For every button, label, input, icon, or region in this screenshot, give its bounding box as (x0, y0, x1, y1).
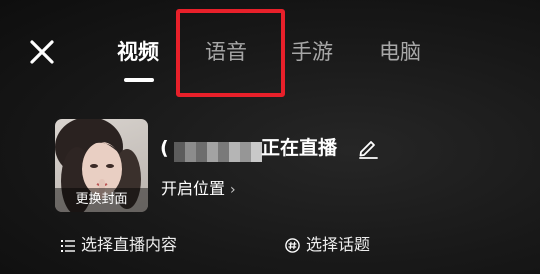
location-label: 开启位置 (161, 179, 226, 198)
active-tab-indicator (124, 78, 154, 82)
live-title-prefix: ( (160, 137, 169, 159)
enable-location-button[interactable]: 开启位置 › (161, 178, 236, 201)
tab-pc[interactable]: 电脑 (379, 38, 421, 66)
cover-image-button[interactable]: 更换封面 (55, 119, 148, 212)
hashtag-icon (285, 238, 300, 253)
select-topic-button[interactable]: 选择话题 (285, 234, 370, 256)
tab-video[interactable]: 视频 (117, 38, 159, 66)
highlight-annotation-box (176, 9, 285, 97)
list-icon (61, 239, 75, 252)
live-title-suffix: 正在直播 (261, 137, 338, 159)
redacted-username-mosaic (174, 142, 262, 162)
select-live-content-button[interactable]: 选择直播内容 (61, 234, 177, 256)
change-cover-label: 更换封面 (55, 188, 148, 212)
select-topic-label: 选择话题 (306, 235, 371, 254)
select-live-content-label: 选择直播内容 (81, 235, 178, 254)
tab-mobile-game[interactable]: 手游 (291, 38, 333, 66)
edit-pencil-icon[interactable] (357, 137, 379, 159)
chevron-right-icon: › (230, 182, 236, 198)
